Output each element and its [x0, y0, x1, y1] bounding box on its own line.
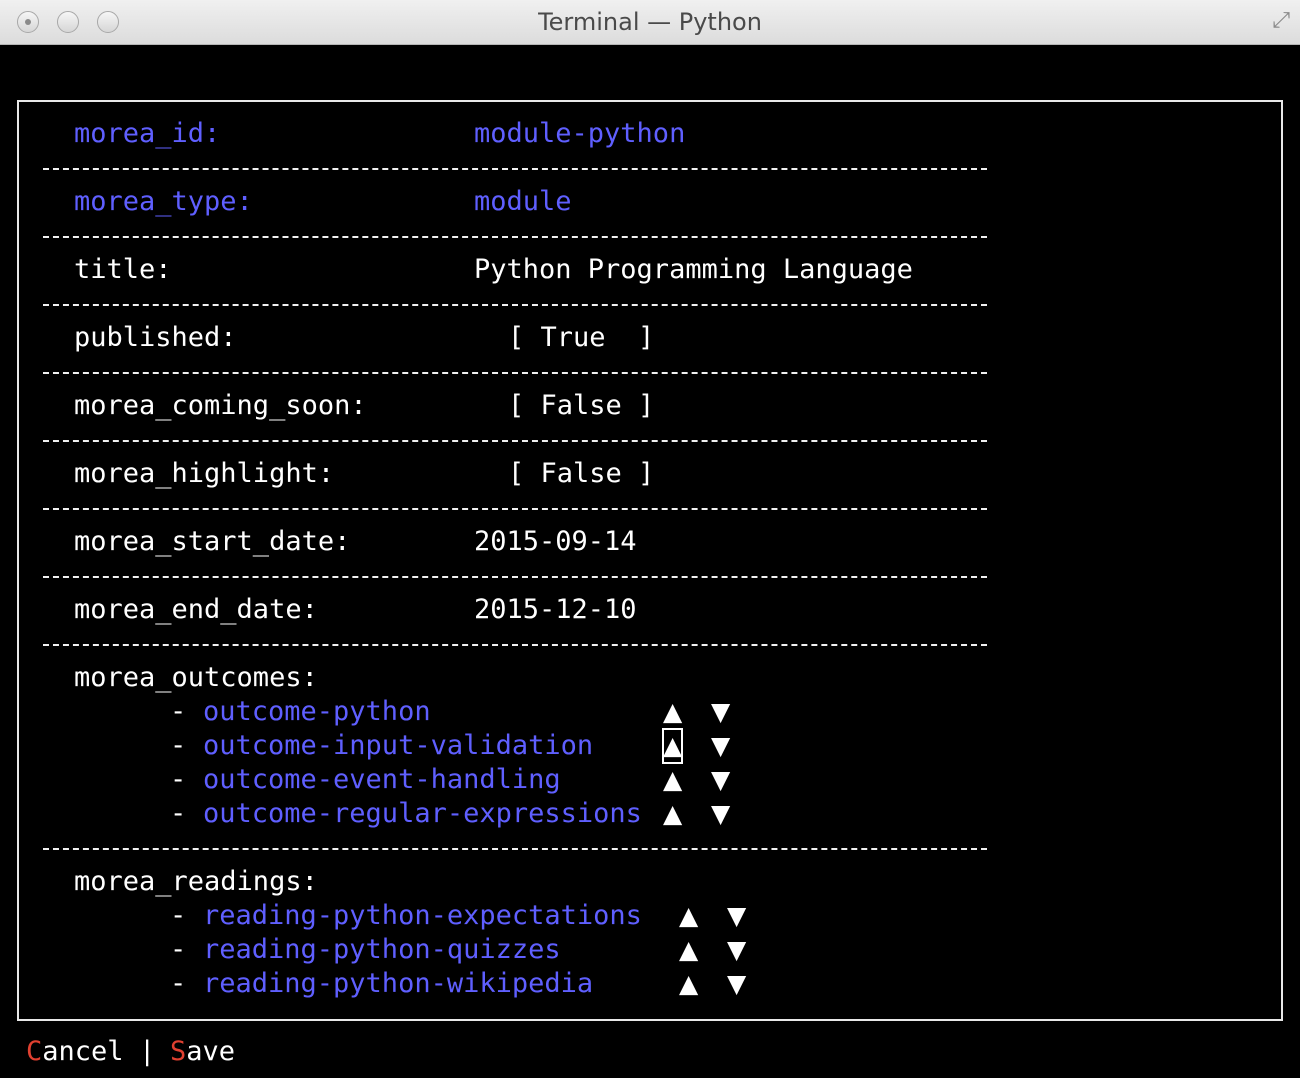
move-up-arrow-icon[interactable]: ▲	[663, 695, 682, 729]
move-up-arrow-icon[interactable]: ▲	[663, 797, 682, 831]
list-bullet: -	[170, 764, 187, 795]
reading-item[interactable]: reading-python-quizzes	[203, 933, 561, 967]
coming-soon-checkbox[interactable]: [ False ]	[508, 389, 654, 423]
row-divider	[43, 304, 987, 306]
field-key-title: title:	[74, 254, 172, 285]
move-up-arrow-icon[interactable]: ▲	[679, 899, 698, 933]
reading-item[interactable]: reading-python-wikipedia	[203, 967, 593, 1001]
move-up-arrow-icon[interactable]: ▲	[679, 967, 698, 1001]
outcome-item[interactable]: outcome-regular-expressions	[203, 797, 642, 831]
title-bar: Terminal — Python ⤢	[0, 0, 1300, 45]
outcome-item[interactable]: outcome-event-handling	[203, 763, 561, 797]
move-up-arrow-icon[interactable]: ▲	[663, 763, 682, 797]
field-value-morea-id[interactable]: module-python	[474, 117, 685, 151]
outcome-item[interactable]: outcome-input-validation	[203, 729, 593, 763]
move-up-arrow-icon[interactable]: ▲	[679, 933, 698, 967]
highlight-checkbox[interactable]: [ False ]	[508, 457, 654, 491]
save-button[interactable]: Save	[170, 1035, 235, 1069]
field-value-start-date[interactable]: 2015-09-14	[474, 525, 637, 559]
field-key-morea-id: morea_id:	[74, 118, 221, 149]
move-down-arrow-icon[interactable]: ▼	[727, 899, 746, 933]
list-bullet: -	[170, 900, 187, 931]
field-key-morea-start-date: morea_start_date:	[74, 526, 351, 557]
move-down-arrow-icon[interactable]: ▼	[711, 797, 730, 831]
row-divider	[43, 440, 987, 442]
list-bullet: -	[170, 798, 187, 829]
field-value-title[interactable]: Python Programming Language	[474, 253, 913, 287]
save-hotkey: S	[170, 1036, 187, 1067]
outcomes-label: morea_outcomes:	[74, 662, 318, 693]
field-key-morea-end-date: morea_end_date:	[74, 594, 318, 625]
list-bullet: -	[170, 696, 187, 727]
window-title: Terminal — Python	[538, 8, 762, 36]
move-down-arrow-icon[interactable]: ▼	[711, 695, 730, 729]
move-down-arrow-icon[interactable]: ▼	[711, 729, 730, 763]
move-down-arrow-icon[interactable]: ▼	[727, 933, 746, 967]
move-down-arrow-icon[interactable]: ▼	[711, 763, 730, 797]
field-key-morea-coming-soon: morea_coming_soon:	[74, 390, 367, 421]
field-value-end-date[interactable]: 2015-12-10	[474, 593, 637, 627]
row-divider	[43, 848, 987, 850]
row-divider	[43, 168, 987, 170]
reading-item[interactable]: reading-python-expectations	[203, 899, 642, 933]
outcome-item[interactable]: outcome-python	[203, 695, 431, 729]
row-divider	[43, 576, 987, 578]
footer-separator: |	[139, 1036, 156, 1067]
move-up-arrow-icon[interactable]: ▲	[661, 728, 684, 764]
list-bullet: -	[170, 968, 187, 999]
list-bullet: -	[170, 730, 187, 761]
cancel-label: ancel	[42, 1036, 124, 1067]
row-divider	[43, 236, 987, 238]
move-down-arrow-icon[interactable]: ▼	[727, 967, 746, 1001]
row-divider	[43, 508, 987, 510]
readings-label: morea_readings:	[74, 866, 318, 897]
fullscreen-icon[interactable]: ⤢	[1272, 8, 1290, 33]
field-key-morea-type: morea_type:	[74, 186, 253, 217]
published-checkbox[interactable]: [ True ]	[508, 321, 654, 355]
terminal-window: Terminal — Python ⤢ morea_id: module-pyt…	[0, 0, 1300, 1078]
save-label: ave	[186, 1036, 236, 1067]
field-value-morea-type[interactable]: module	[474, 185, 572, 219]
cancel-hotkey: C	[26, 1036, 43, 1067]
field-key-morea-highlight: morea_highlight:	[74, 458, 335, 489]
cancel-button[interactable]: Cancel	[26, 1035, 124, 1069]
list-bullet: -	[170, 934, 187, 965]
row-divider	[43, 372, 987, 374]
row-divider	[43, 644, 987, 646]
field-key-published: published:	[74, 322, 237, 353]
